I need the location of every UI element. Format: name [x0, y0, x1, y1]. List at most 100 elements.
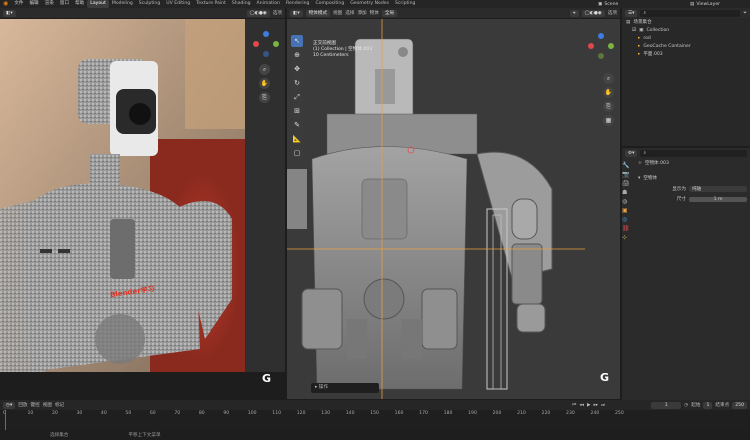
- start-frame-field[interactable]: 1: [703, 401, 713, 409]
- rendered-viewport[interactable]: Blender学习: [0, 19, 245, 372]
- prev-key-icon[interactable]: ◂◂: [579, 403, 584, 408]
- view-layer-selector[interactable]: ▤ ViewLayer: [690, 0, 750, 8]
- workspace-tab-rendering[interactable]: Rendering: [283, 0, 312, 8]
- status-select-hint: 选择集合: [50, 433, 69, 438]
- outliner-item-geocache[interactable]: ▸ GeoCache Container: [622, 42, 750, 50]
- snap-icon[interactable]: ⌖: [570, 9, 579, 17]
- rotate-tool-icon[interactable]: ↻: [291, 77, 303, 89]
- render-tab-icon[interactable]: 📷: [622, 171, 632, 178]
- workspace-tab-modeling[interactable]: Modeling: [109, 0, 136, 8]
- menu-add[interactable]: 添加: [357, 10, 366, 16]
- menu-window[interactable]: 窗口: [57, 0, 72, 8]
- timeline-ruler[interactable]: 0102030405060708090100110120130140150160…: [0, 410, 750, 430]
- menu-view[interactable]: 视图: [333, 10, 342, 16]
- viewport-info-overlay: 正交前视图 (1) Collection | 空物体.003 10 Centim…: [313, 41, 372, 59]
- main-3d-viewport[interactable]: 正交前视图 (1) Collection | 空物体.003 10 Centim…: [287, 19, 620, 399]
- menu-keying[interactable]: 键控: [31, 402, 40, 408]
- size-field[interactable]: 1 m: [689, 196, 747, 202]
- timeline-editor-type[interactable]: ◷▾: [3, 401, 16, 409]
- pan-hand-icon[interactable]: ✋: [259, 78, 270, 89]
- main-gizmo-g-label: G: [600, 371, 610, 384]
- checkbox-icon[interactable]: ☑: [632, 28, 636, 33]
- blender-logo-icon[interactable]: ◉: [0, 0, 11, 8]
- outliner-editor-type[interactable]: ☰▾: [625, 9, 638, 17]
- menu-select[interactable]: 选择: [345, 10, 354, 16]
- play-icon[interactable]: ▶: [587, 403, 591, 408]
- workspace-tab-layout[interactable]: Layout: [87, 0, 109, 8]
- menu-timeline-view[interactable]: 视图: [43, 402, 52, 408]
- menu-object[interactable]: 物体: [370, 10, 379, 16]
- main-options-label[interactable]: 选项: [608, 10, 617, 16]
- jump-start-icon[interactable]: ⏮: [572, 402, 576, 408]
- display-as-dropdown[interactable]: 纯轴: [689, 186, 747, 192]
- current-frame-field[interactable]: 1: [651, 401, 682, 409]
- timeline-tick-label: 80: [198, 411, 205, 416]
- menu-playback[interactable]: 回放: [18, 402, 27, 408]
- view-options-label[interactable]: 选项: [273, 10, 282, 16]
- scene-tab-icon[interactable]: ☗: [622, 189, 632, 196]
- workspace-tab-scripting[interactable]: Scripting: [392, 0, 418, 8]
- annotate-tool-icon[interactable]: ✎: [291, 119, 303, 131]
- clock-icon[interactable]: ◷: [684, 403, 688, 408]
- main-zoom-icon[interactable]: ⌕: [603, 73, 614, 84]
- jump-end-icon[interactable]: ⏭: [601, 402, 605, 408]
- outliner-item-collection[interactable]: ☑ ▣ Collection: [622, 26, 750, 34]
- workspace-tab-shading[interactable]: Shading: [229, 0, 254, 8]
- workspace-tab-uv-editing[interactable]: UV Editing: [163, 0, 193, 8]
- end-frame-field[interactable]: 250: [732, 401, 747, 409]
- workspace-tab-geometry-nodes[interactable]: Geometry Nodes: [347, 0, 392, 8]
- menu-file[interactable]: 文件: [11, 0, 26, 8]
- output-tab-icon[interactable]: 🖨: [622, 180, 632, 187]
- mode-dropdown[interactable]: 物体模式: [305, 9, 331, 17]
- tool-tab-icon[interactable]: 🔧: [622, 162, 632, 169]
- shading-buttons-main[interactable]: ◯◐●◉: [581, 9, 605, 17]
- data-tab-icon[interactable]: ⊹: [622, 234, 632, 241]
- editor-type-button[interactable]: ◧▾: [3, 9, 16, 17]
- left-gizmo-g-label: G: [262, 372, 272, 385]
- left-axis-gizmo[interactable]: [253, 31, 279, 57]
- camera-view-icon[interactable]: ⎘: [259, 92, 270, 103]
- last-operation-panel[interactable]: ▸ 操作: [311, 383, 379, 393]
- zoom-icon[interactable]: ⌕: [259, 64, 270, 75]
- playhead[interactable]: [5, 410, 7, 430]
- main-camera-icon[interactable]: ⎘: [603, 101, 614, 112]
- select-box-tool-icon[interactable]: ↖: [291, 35, 303, 47]
- world-tab-icon[interactable]: ◍: [622, 198, 632, 205]
- main-pan-hand-icon[interactable]: ✋: [603, 87, 614, 98]
- workspace-tab-texture-paint[interactable]: Texture Paint: [193, 0, 229, 8]
- properties-editor-type[interactable]: ⚙▾: [625, 149, 638, 157]
- filter-icon[interactable]: ⏷: [743, 10, 747, 16]
- main-axis-gizmo[interactable]: [588, 33, 614, 59]
- next-key-icon[interactable]: ▸▸: [594, 403, 599, 408]
- shading-buttons[interactable]: ◯◐●◉: [246, 9, 270, 17]
- menu-help[interactable]: 帮助: [72, 0, 87, 8]
- editor-type-button-main[interactable]: ◧▾: [290, 9, 303, 17]
- add-cube-tool-icon[interactable]: ▢: [291, 147, 303, 159]
- workspace-tab-animation[interactable]: Animation: [254, 0, 283, 8]
- properties-search-icon[interactable]: ⌕: [640, 149, 747, 157]
- outliner-item-rod[interactable]: ▸ rod: [622, 34, 750, 42]
- outliner-item-plane[interactable]: ▸ 平面.003: [622, 50, 750, 58]
- timeline-tick-label: 130: [321, 411, 331, 416]
- scene-selector[interactable]: ▣ Scene: [598, 0, 660, 8]
- physics-tab-icon[interactable]: ◎: [622, 216, 632, 223]
- move-tool-icon[interactable]: ✥: [291, 63, 303, 75]
- measure-tool-icon[interactable]: 📐: [291, 133, 303, 145]
- grid-scale-text: 10 Centimeters: [313, 53, 349, 58]
- transform-orientation-dropdown[interactable]: 全局: [381, 9, 398, 17]
- scale-tool-icon[interactable]: ⤢: [291, 91, 303, 103]
- menu-edit[interactable]: 编辑: [26, 0, 41, 8]
- main-nav-buttons: ⌕ ✋ ⎘ ▦: [603, 70, 614, 129]
- menu-marker[interactable]: 标记: [55, 402, 64, 408]
- workspace-tab-compositing[interactable]: Compositing: [312, 0, 347, 8]
- constraints-tab-icon[interactable]: ⛓: [622, 225, 632, 232]
- outliner-search-icon[interactable]: ⌕: [640, 9, 741, 17]
- cursor-tool-icon[interactable]: ⊕: [291, 49, 303, 61]
- menu-render[interactable]: 渲染: [42, 0, 57, 8]
- main-grid-icon[interactable]: ▦: [603, 115, 614, 126]
- empty-panel-header[interactable]: ▾ 空物体: [634, 174, 746, 182]
- transform-tool-icon[interactable]: ⊞: [291, 105, 303, 117]
- workspace-tab-sculpting[interactable]: Sculpting: [136, 0, 163, 8]
- outliner-scene-collection[interactable]: ▤ 场景集合: [622, 18, 750, 26]
- object-tab-icon[interactable]: ▣: [622, 207, 632, 214]
